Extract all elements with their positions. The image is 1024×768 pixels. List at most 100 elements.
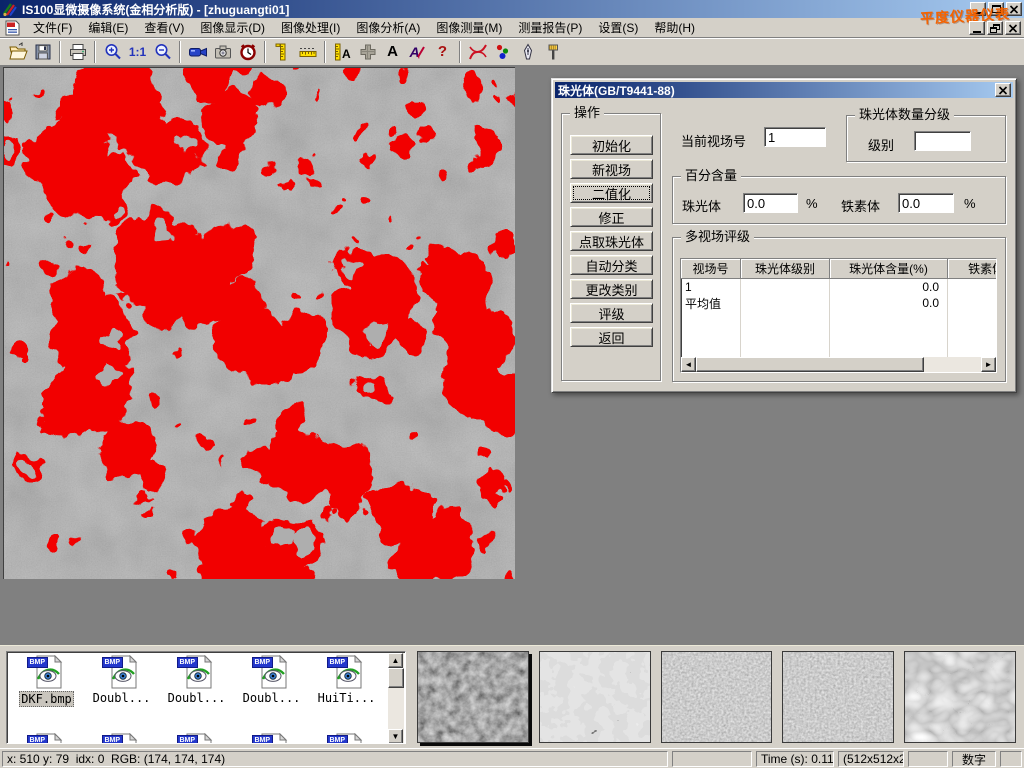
mdi-minimize-button[interactable] <box>969 21 985 35</box>
file-item[interactable]: BMP <box>234 733 309 744</box>
bmp-file-icon: BMP <box>30 655 64 689</box>
init-button[interactable]: 初始化 <box>570 135 653 155</box>
current-view-input[interactable] <box>764 127 826 147</box>
cell-ferrite-content <box>948 295 997 311</box>
brush-tool-button[interactable] <box>540 40 565 64</box>
auto-classify-button[interactable]: 自动分类 <box>570 255 653 275</box>
thumbnail-2[interactable] <box>539 651 651 743</box>
file-name[interactable]: Doubl... <box>168 691 226 705</box>
scrollbar-track[interactable] <box>388 688 404 729</box>
table-horizontal-scrollbar[interactable]: ◄ ► <box>681 357 996 372</box>
dialog-title-bar[interactable]: 珠光体(GB/T9441-88) <box>555 82 1013 98</box>
menu-item-file[interactable]: 文件(F) <box>25 18 80 37</box>
menu-item-image-process[interactable]: 图像处理(I) <box>273 18 348 37</box>
scroll-down-button[interactable]: ▼ <box>388 729 403 744</box>
measure-annotate-button[interactable]: A <box>330 40 355 64</box>
table-row[interactable]: 平均值 0.0 <box>681 295 996 311</box>
file-name[interactable]: Doubl... <box>93 691 151 705</box>
file-item[interactable]: BMP Doubl... <box>159 655 234 707</box>
photo-capture-button[interactable] <box>210 40 235 64</box>
video-capture-button[interactable] <box>185 40 210 64</box>
col-pearlite-content[interactable]: 珠光体含量(%) <box>830 259 948 279</box>
new-field-button[interactable]: 新视场 <box>570 159 653 179</box>
file-item[interactable]: BMP <box>9 733 84 744</box>
print-button[interactable] <box>65 40 90 64</box>
pearlite-percent-input[interactable] <box>743 193 798 213</box>
thumbnail-1[interactable] <box>417 651 529 743</box>
col-view-number[interactable]: 视场号 <box>681 259 741 279</box>
file-name[interactable]: Doubl... <box>243 691 301 705</box>
menu-item-edit[interactable]: 编辑(E) <box>80 18 136 37</box>
scrollbar-thumb[interactable] <box>388 668 404 688</box>
zoom-out-button[interactable] <box>150 40 175 64</box>
scroll-right-button[interactable]: ► <box>981 357 996 372</box>
save-button[interactable] <box>30 40 55 64</box>
dialog-title: 珠光体(GB/T9441-88) <box>558 82 675 99</box>
table-row[interactable]: 1 0.0 <box>681 279 996 295</box>
file-item[interactable]: BMP Doubl... <box>234 655 309 707</box>
scroll-left-button[interactable]: ◄ <box>681 357 696 372</box>
file-item[interactable]: BMP <box>84 733 159 744</box>
menu-item-image-analysis[interactable]: 图像分析(A) <box>348 18 428 37</box>
ruler-button[interactable] <box>295 40 320 64</box>
status-mode: 数字 <box>952 751 996 767</box>
menu-item-image-measure[interactable]: 图像测量(M) <box>428 18 510 37</box>
correct-button[interactable]: 修正 <box>570 207 653 227</box>
minimize-icon <box>973 31 981 33</box>
file-item[interactable]: BMP DKF.bmp <box>9 655 84 707</box>
file-name[interactable]: DKF.bmp <box>19 691 74 707</box>
zoom-1to1-button[interactable]: 1:1 <box>125 40 150 64</box>
scrollbar-track[interactable] <box>924 357 981 372</box>
toolbar-separator <box>324 41 326 63</box>
file-item[interactable]: BMP <box>159 733 234 744</box>
toolbar-separator <box>94 41 96 63</box>
thumbnail-3[interactable] <box>661 651 773 743</box>
file-list-scrollbar[interactable]: ▲ ▼ <box>388 653 404 744</box>
grade-button[interactable]: 评级 <box>570 303 653 323</box>
zoom-in-button[interactable] <box>100 40 125 64</box>
mdi-close-button[interactable] <box>1005 21 1021 35</box>
edit-text-button[interactable]: A <box>405 40 430 64</box>
file-name[interactable]: HuiTi... <box>318 691 376 705</box>
file-item[interactable]: BMP <box>309 733 384 744</box>
text-button[interactable]: A <box>380 40 405 64</box>
particle-count-button[interactable] <box>490 40 515 64</box>
binarize-button[interactable]: 二值化 <box>570 183 653 203</box>
file-item[interactable]: BMP HuiTi... <box>309 655 384 707</box>
grid-button[interactable] <box>355 40 380 64</box>
grade-input[interactable] <box>914 131 971 151</box>
menu-item-view[interactable]: 查看(V) <box>136 18 192 37</box>
return-button[interactable]: 返回 <box>570 327 653 347</box>
curve-tool-button[interactable] <box>465 40 490 64</box>
mdi-restore-button[interactable] <box>987 21 1003 35</box>
change-class-button[interactable]: 更改类别 <box>570 279 653 299</box>
timer-button[interactable] <box>235 40 260 64</box>
ferrite-percent-input[interactable] <box>898 193 954 213</box>
dialog-close-button[interactable] <box>995 83 1011 97</box>
col-pearlite-grade[interactable]: 珠光体级别 <box>741 259 830 279</box>
file-item[interactable]: BMP Doubl... <box>84 655 159 707</box>
pencil-icon <box>417 45 426 59</box>
menu-item-settings[interactable]: 设置(S) <box>590 18 646 37</box>
scrollbar-thumb[interactable] <box>696 357 924 372</box>
save-floppy-icon <box>33 42 53 62</box>
pen-tool-button[interactable] <box>515 40 540 64</box>
menu-item-measure-report[interactable]: 测量报告(P) <box>510 18 590 37</box>
scroll-up-button[interactable]: ▲ <box>388 653 403 668</box>
document-icon[interactable] <box>4 20 21 36</box>
cell-pearlite-content: 0.0 <box>830 295 948 311</box>
pick-pearlite-button[interactable]: 点取珠光体 <box>570 231 653 251</box>
menu-item-image-display[interactable]: 图像显示(D) <box>192 18 273 37</box>
caliper-button[interactable] <box>270 40 295 64</box>
table-row-empty <box>681 327 996 343</box>
help-button[interactable]: ? <box>430 40 455 64</box>
thumbnail-5[interactable] <box>904 651 1016 743</box>
micrograph-image[interactable] <box>3 67 515 579</box>
close-icon <box>998 86 1008 95</box>
thumbnail-4[interactable] <box>782 651 894 743</box>
open-file-button[interactable] <box>5 40 30 64</box>
col-ferrite-content[interactable]: 铁素体含量(%) <box>948 259 997 279</box>
menu-item-help[interactable]: 帮助(H) <box>646 18 703 37</box>
close-icon <box>1009 5 1019 14</box>
percent-legend: 百分含量 <box>681 169 741 183</box>
